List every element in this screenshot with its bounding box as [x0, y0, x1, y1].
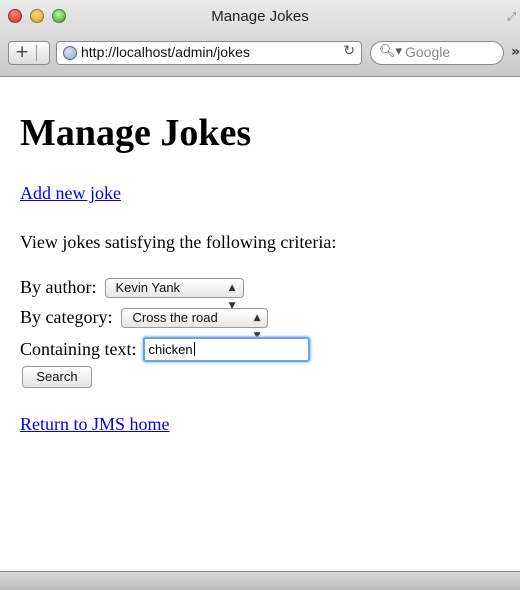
text-caret — [193, 342, 195, 356]
add-bookmark-button[interactable]: + — [8, 41, 50, 65]
toolbar-overflow-icon[interactable]: » — [511, 44, 520, 60]
plus-icon: + — [15, 42, 30, 62]
toolbar-divider — [36, 45, 37, 61]
author-label: By author: — [20, 277, 97, 297]
search-button[interactable]: Search — [22, 366, 92, 388]
category-selected-value: Cross the road — [132, 309, 218, 325]
add-joke-link[interactable]: Add new joke — [20, 183, 121, 204]
url-text: http://localhost/admin/jokes — [81, 44, 250, 60]
globe-icon — [63, 46, 77, 60]
page-content: Manage Jokes Add new joke View jokes sat… — [0, 77, 520, 571]
page-title: Manage Jokes — [20, 112, 252, 154]
author-select[interactable]: Kevin Yank ▲ ▼ — [104, 277, 244, 311]
text-input-value: chicken — [148, 342, 193, 357]
search-placeholder: Google — [405, 44, 451, 60]
browser-window: Manage Jokes ⤢ + http://localhost/admin/… — [0, 0, 520, 590]
browser-chrome: Manage Jokes ⤢ + http://localhost/admin/… — [0, 0, 520, 77]
author-row: By author: Kevin Yank ▲ ▼ — [20, 277, 244, 311]
text-search-input[interactable]: chicken — [142, 337, 310, 362]
search-field[interactable]: 🔍︎▾ Google — [370, 41, 504, 65]
status-bar — [0, 571, 520, 590]
search-icon[interactable]: 🔍︎▾ — [379, 44, 402, 59]
reload-icon[interactable]: ↻ — [343, 43, 355, 59]
return-home-link[interactable]: Return to JMS home — [20, 414, 170, 435]
fullscreen-icon[interactable]: ⤢ — [507, 10, 516, 24]
text-label: Containing text: — [20, 339, 137, 359]
category-row: By category: Cross the road ▲ ▼ — [20, 307, 269, 341]
address-bar[interactable]: http://localhost/admin/jokes ↻ — [56, 41, 362, 65]
text-row: Containing text: chicken — [20, 337, 310, 362]
category-select[interactable]: Cross the road ▲ ▼ — [121, 307, 269, 341]
window-title: Manage Jokes — [211, 8, 309, 25]
criteria-intro: View jokes satisfying the following crit… — [20, 232, 337, 252]
url-fade — [297, 42, 337, 64]
category-label: By category: — [20, 307, 113, 327]
author-selected-value: Kevin Yank — [115, 279, 181, 295]
